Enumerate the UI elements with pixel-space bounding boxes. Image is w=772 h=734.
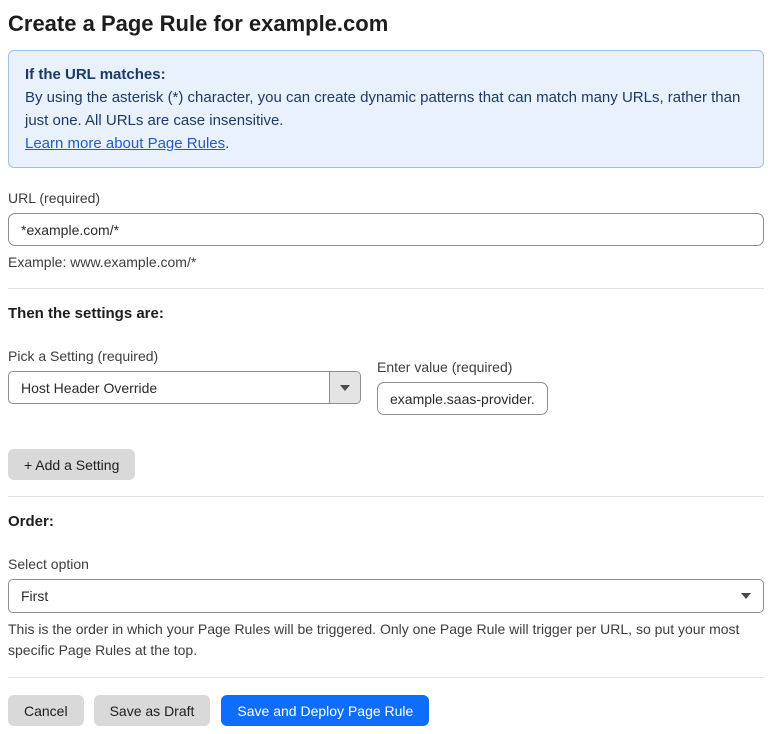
pick-setting-label: Pick a Setting (required) — [8, 348, 159, 364]
info-box-heading: If the URL matches: — [25, 66, 166, 83]
order-select-value: First — [21, 588, 49, 604]
url-label: URL (required) — [8, 190, 101, 206]
link-period: . — [225, 135, 230, 152]
order-section-heading: Order: — [8, 513, 54, 530]
settings-section-heading: Then the settings are: — [8, 305, 164, 322]
url-match-info-box: If the URL matches: By using the asteris… — [8, 50, 764, 168]
info-box-body: By using the asterisk (*) character, you… — [25, 89, 741, 129]
chevron-down-icon — [729, 580, 763, 612]
learn-more-link[interactable]: Learn more about Page Rules — [25, 135, 225, 152]
chevron-down-icon[interactable] — [329, 372, 360, 403]
url-helper-text: Example: www.example.com/* — [8, 254, 197, 270]
url-input[interactable] — [8, 213, 764, 246]
divider — [8, 496, 764, 497]
enter-value-label: Enter value (required) — [377, 359, 513, 375]
divider — [8, 288, 764, 289]
setting-select-value: Host Header Override — [21, 379, 158, 396]
add-setting-button[interactable]: + Add a Setting — [8, 449, 136, 480]
setting-select[interactable]: Host Header Override — [8, 371, 361, 404]
order-helper-text: This is the order in which your Page Rul… — [8, 621, 740, 658]
page-title: Create a Page Rule for example.com — [8, 11, 389, 36]
order-select-label: Select option — [8, 556, 89, 572]
setting-value-input[interactable] — [377, 382, 548, 415]
order-select[interactable]: First — [8, 579, 764, 613]
divider — [8, 677, 764, 678]
